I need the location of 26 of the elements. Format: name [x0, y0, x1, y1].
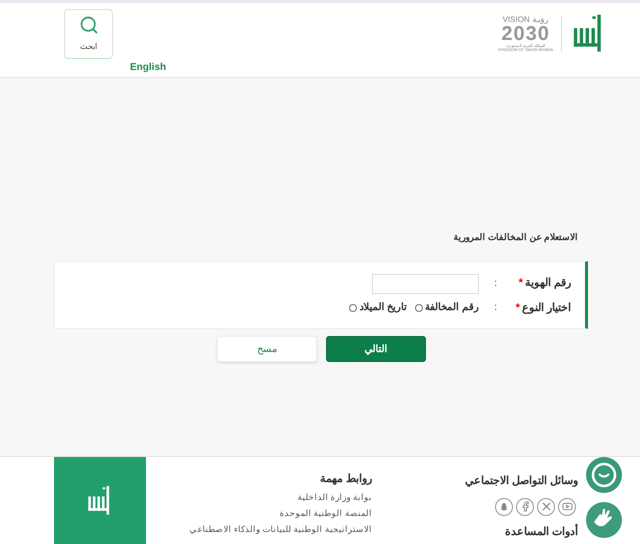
clear-button[interactable]: مسح	[217, 336, 317, 362]
search-button[interactable]: ابحث	[64, 9, 113, 59]
radio-button[interactable]	[415, 304, 424, 312]
x-icon[interactable]	[537, 498, 555, 516]
radio-option[interactable]: تاريخ الميلاد	[349, 300, 408, 316]
search-icon	[78, 15, 98, 35]
facebook-icon[interactable]	[516, 498, 534, 516]
colon-separator: :	[493, 301, 497, 316]
social-media-heading: وسائل التواصل الاجتماعي	[464, 474, 578, 489]
page-title: الاستعلام عن المخالفات المرورية	[453, 231, 578, 244]
footer-link[interactable]: بوابة وزارة الداخلية	[297, 491, 372, 503]
assistive-tools-heading: أدوات المساعدة	[504, 524, 578, 540]
footer-link[interactable]: الاستراتيجية الوطنية للبيانات والذكاء الاصطناعي	[190, 523, 372, 535]
sign-language-icon[interactable]	[584, 500, 624, 540]
english-link[interactable]: English	[130, 60, 166, 75]
next-button[interactable]: التالي	[326, 336, 426, 362]
footer-link[interactable]: المنصة الوطنية الموحدة	[279, 507, 372, 519]
radio-option[interactable]: رقم المخالفة	[415, 300, 479, 316]
field-label: رقم الهوية *	[518, 276, 571, 292]
radio-button[interactable]	[349, 304, 358, 312]
youtube-icon[interactable]	[558, 498, 576, 516]
field-label: اختيار النوع *	[514, 300, 571, 316]
snapchat-icon[interactable]	[495, 498, 513, 516]
important-links-heading: روابط مهمة	[320, 473, 372, 485]
id-number-field[interactable]	[372, 274, 479, 294]
colon-separator: :	[493, 277, 497, 291]
